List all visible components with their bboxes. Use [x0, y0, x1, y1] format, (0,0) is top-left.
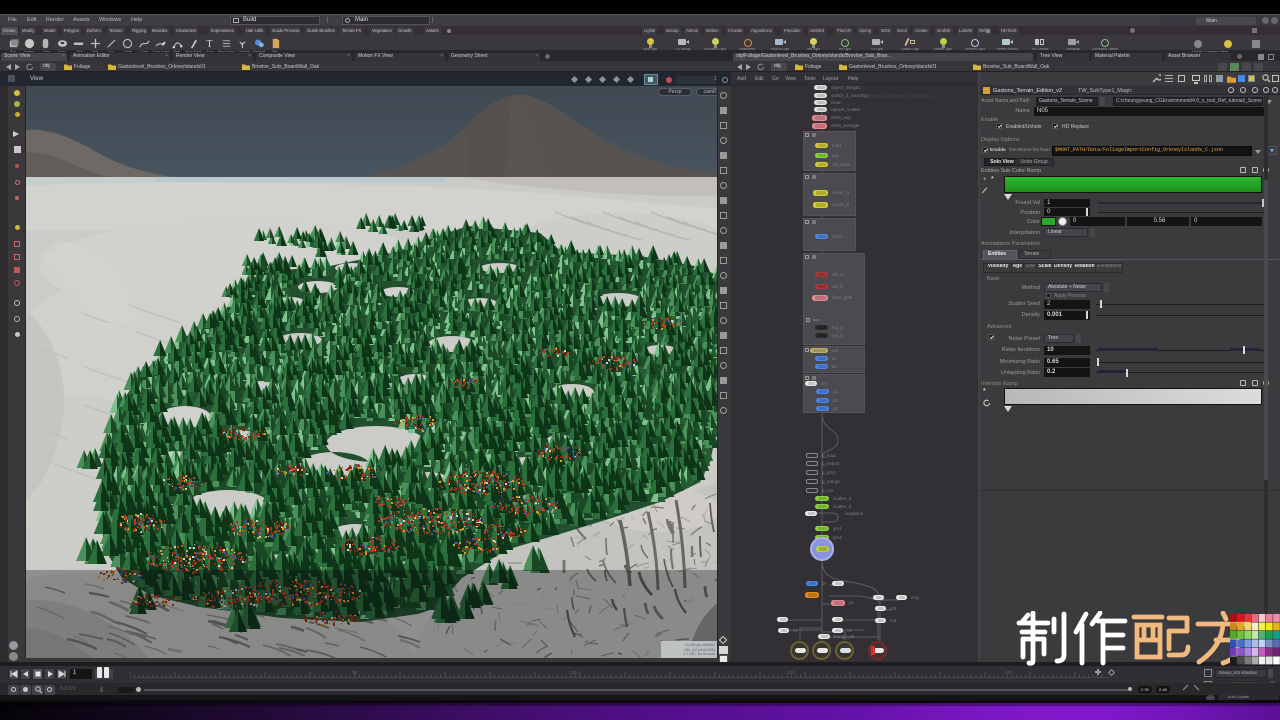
svg-text:50: 50 [352, 670, 358, 675]
svg-text:T: T [206, 39, 212, 49]
svg-text:150: 150 [787, 670, 795, 675]
svg-text:100: 100 [570, 670, 578, 675]
